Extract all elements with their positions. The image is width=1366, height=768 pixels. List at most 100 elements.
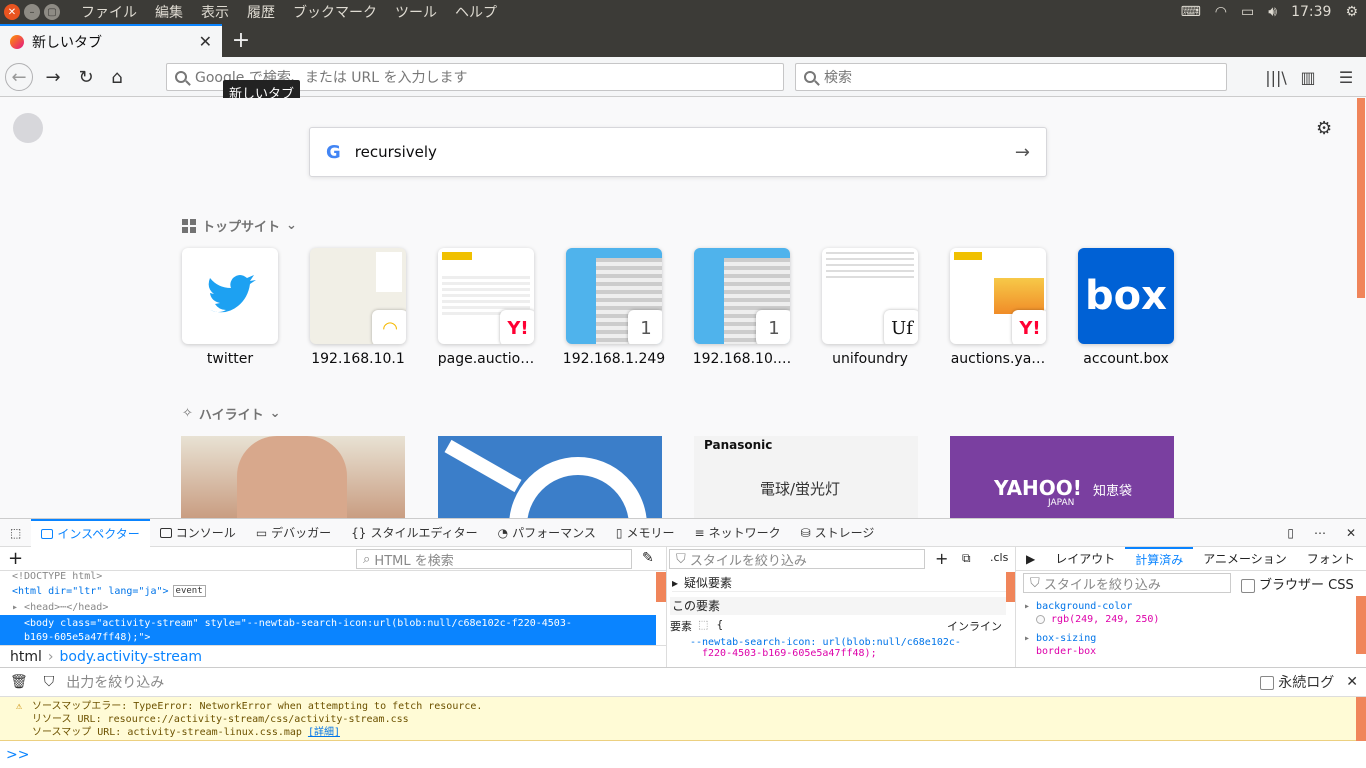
rules-filter-input[interactable]: ⛉ スタイルを絞り込み: [669, 549, 925, 569]
rule-declaration[interactable]: --newtab-search-icon: url(blob:null/c68e…: [690, 637, 1006, 659]
tab-performance[interactable]: ◔ パフォーマンス: [488, 519, 606, 547]
pin-icon[interactable]: ⬚: [698, 618, 708, 634]
system-gear-icon[interactable]: ⚙: [1345, 4, 1358, 20]
toggle-pseudo-class-icon[interactable]: ⧉: [962, 551, 971, 566]
console-input[interactable]: >>: [0, 742, 1366, 768]
element-selector[interactable]: 要素: [670, 618, 692, 634]
cls-toggle[interactable]: .cls: [990, 551, 1008, 564]
search-submit-arrow-icon[interactable]: →: [1015, 142, 1030, 163]
tab-fonts[interactable]: フォント: [1297, 547, 1365, 571]
eyedropper-icon[interactable]: ✎: [642, 550, 654, 566]
home-button[interactable]: ⌂: [103, 63, 131, 91]
top-site-192-168-10-1[interactable]: ◠: [310, 248, 406, 344]
top-sites-header[interactable]: トップサイト ⌄: [182, 216, 297, 235]
rule-source[interactable]: インライン: [947, 618, 1002, 634]
menu-edit[interactable]: 編集: [146, 2, 192, 22]
tab-storage[interactable]: ⛁ ストレージ: [791, 519, 885, 547]
markup-doctype[interactable]: <!DOCTYPE html>: [12, 568, 652, 584]
window-maximize-icon[interactable]: ▢: [44, 4, 60, 20]
browser-styles-checkbox[interactable]: ブラウザー CSS: [1241, 574, 1354, 593]
yahoo-logo-icon: Y!: [500, 310, 534, 344]
highlight-card-panasonic[interactable]: Panasonic 電球/蛍光灯: [694, 436, 918, 518]
top-site-page-auctions[interactable]: Y!: [438, 248, 534, 344]
more-options-icon[interactable]: ⋯: [1304, 519, 1336, 547]
menu-bookmarks[interactable]: ブックマーク: [284, 2, 386, 22]
filter-icon[interactable]: ⛉: [44, 674, 55, 690]
tab-new-tab[interactable]: 新しいタブ ✕: [0, 24, 222, 57]
markup-scrollbar-thumb[interactable]: [656, 572, 666, 602]
tab-style-editor[interactable]: {} スタイルエディター: [341, 519, 487, 547]
markup-html[interactable]: <html dir="ltr" lang="ja"> event: [12, 583, 652, 599]
top-site-192-168-10-x[interactable]: 1: [694, 248, 790, 344]
top-site-192-168-1-249[interactable]: 1: [566, 248, 662, 344]
panel-divider[interactable]: [666, 547, 667, 667]
dock-side-icon[interactable]: ▯: [1277, 519, 1304, 547]
tab-close-icon[interactable]: ✕: [199, 32, 212, 51]
devtools-close-icon[interactable]: ✕: [1336, 519, 1366, 547]
console-close-icon[interactable]: ✕: [1346, 674, 1358, 690]
tab-computed[interactable]: 計算済み: [1125, 546, 1194, 571]
wifi-icon[interactable]: ◠: [1215, 4, 1227, 20]
highlight-card-photo[interactable]: [181, 436, 405, 518]
top-site-unifoundry[interactable]: Uf: [822, 248, 918, 344]
tab-animations[interactable]: アニメーション: [1193, 547, 1297, 571]
battery-icon[interactable]: ▭: [1241, 4, 1254, 20]
tab-inspector[interactable]: インスペクター: [31, 518, 150, 547]
computed-property[interactable]: ▸ box-sizing border-box: [1024, 632, 1354, 658]
html-search-input[interactable]: ⌕ HTML を検索: [356, 549, 632, 569]
back-button[interactable]: ←: [5, 63, 33, 91]
pseudo-elements-toggle[interactable]: ▸ 疑似要素: [672, 574, 1006, 592]
window-minimize-icon[interactable]: –: [24, 4, 40, 20]
add-rule-icon[interactable]: +: [935, 549, 948, 568]
warning-details-link[interactable]: [詳細]: [308, 727, 340, 738]
forward-button[interactable]: →: [39, 63, 67, 91]
element-picker-icon[interactable]: ⬚: [0, 519, 31, 547]
menu-help[interactable]: ヘルプ: [446, 2, 506, 22]
window-close-icon[interactable]: ✕: [4, 4, 20, 20]
expand-arrow-icon[interactable]: ▸: [12, 602, 24, 613]
rules-scrollbar-thumb[interactable]: [1006, 572, 1015, 602]
breadcrumb-html[interactable]: html: [10, 649, 42, 665]
toggle-sidebar-icon[interactable]: ▶: [1016, 547, 1045, 571]
breadcrumb-body[interactable]: body.activity-stream: [60, 649, 203, 665]
computed-scrollbar-thumb[interactable]: [1356, 596, 1366, 654]
library-icon[interactable]: |||\: [1264, 66, 1288, 88]
hamburger-menu-icon[interactable]: ☰: [1334, 66, 1358, 88]
menu-view[interactable]: 表示: [192, 2, 238, 22]
sidebar-icon[interactable]: ▥: [1296, 66, 1320, 88]
top-site-box[interactable]: box: [1078, 248, 1174, 344]
menu-tools[interactable]: ツール: [386, 2, 446, 22]
menu-file[interactable]: ファイル: [72, 2, 146, 22]
page-scrollbar-thumb[interactable]: [1357, 98, 1365, 298]
tab-console[interactable]: コンソール: [150, 519, 246, 547]
highlights-header[interactable]: ✧ ハイライト ⌄: [182, 404, 281, 423]
volume-icon[interactable]: 🔊︎: [1268, 4, 1277, 20]
newtab-search-input[interactable]: G recursively →: [309, 127, 1047, 177]
menu-history[interactable]: 履歴: [238, 2, 284, 22]
computed-property[interactable]: ▸ background-color rgb(249, 249, 250): [1024, 600, 1354, 626]
color-swatch[interactable]: [1036, 614, 1045, 624]
customize-gear-icon[interactable]: ⚙: [1316, 118, 1332, 139]
tab-network[interactable]: ≡ ネットワーク: [685, 519, 791, 547]
persist-logs-checkbox[interactable]: 永続ログ: [1260, 672, 1334, 692]
console-scrollbar-thumb[interactable]: [1356, 697, 1366, 741]
top-site-auctions-yahoo[interactable]: Y!: [950, 248, 1046, 344]
add-node-icon[interactable]: +: [8, 548, 23, 569]
keyboard-icon[interactable]: ⌨: [1181, 4, 1201, 20]
computed-filter-input[interactable]: ⛉ スタイルを絞り込み: [1023, 573, 1231, 593]
top-site-twitter[interactable]: [182, 248, 278, 344]
console-filter-input[interactable]: 出力を絞り込み: [66, 672, 164, 692]
tab-layout[interactable]: レイアウト: [1045, 547, 1125, 571]
search-bar[interactable]: 検索: [795, 63, 1227, 91]
tab-memory[interactable]: ▯ メモリー: [606, 519, 685, 547]
markup-head[interactable]: ▸ <head> ⋯ </head>: [12, 599, 652, 615]
reload-button[interactable]: ↻: [72, 63, 100, 91]
highlight-card-blue[interactable]: [438, 436, 662, 518]
trash-icon[interactable]: 🗑︎: [10, 674, 28, 690]
clock[interactable]: 17:39: [1291, 4, 1331, 20]
highlight-card-yahoo-chiebukuro[interactable]: YAHOO! JAPAN 知恵袋: [950, 436, 1174, 518]
new-tab-button[interactable]: +: [228, 24, 254, 57]
tab-debugger[interactable]: ▭ デバッガー: [246, 519, 341, 547]
markup-body-selected[interactable]: <body class="activity-stream" style="--n…: [0, 615, 656, 647]
event-badge[interactable]: event: [172, 585, 206, 597]
